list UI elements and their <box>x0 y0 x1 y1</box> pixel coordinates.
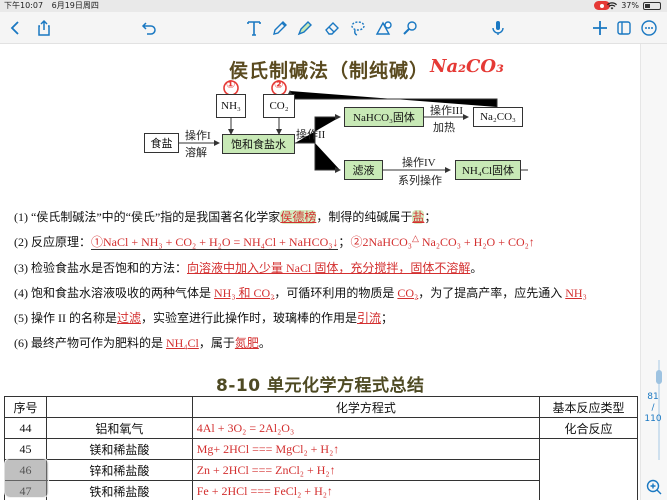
answer-1b: 盐 <box>412 210 425 224</box>
flow-op3: 操作III <box>430 105 463 117</box>
table-row: 45 镁和稀盐酸 Mg+ 2HCl === MgCl₂ + H₂↑ <box>4 438 638 500</box>
table-header-row: 序号 化学方程式 基本反应类型 <box>4 396 638 418</box>
flow-food-salt: 食盐 <box>144 133 179 153</box>
reaction-1: ①NaCl + NH₃ + CO₂ + H₂O = NH₄Cl + NaHCO₃… <box>91 235 339 250</box>
app-toolbar <box>0 12 667 44</box>
heat-symbol: △ <box>411 233 419 243</box>
scrollbar-thumb[interactable] <box>656 370 662 384</box>
table-row: 44 铝和氧气 4Al + 3O₂ = 2Al₂O₃ 化合反应 <box>4 417 638 439</box>
status-bar: 下午10:07 6月19日周四 37% <box>0 0 667 12</box>
flow-dissolve: 溶解 <box>185 147 207 159</box>
answer-5a: 过滤 <box>117 311 142 325</box>
microphone-icon[interactable] <box>486 16 510 40</box>
flow-op2: 操作II <box>296 129 326 141</box>
question-2: (2) 反应原理：①NaCl + NH₃ + CO₂ + H₂O = NH₄Cl… <box>14 233 535 250</box>
flow-filtrate: 滤液 <box>344 160 383 180</box>
share-icon[interactable] <box>32 16 56 40</box>
reaction-2b: Na₂CO₃ + H₂O + CO₂↑ <box>418 235 535 249</box>
flow-nh3: NH₃ <box>216 94 246 118</box>
flow-series: 系列操作 <box>398 175 442 187</box>
answer-5b: 引流 <box>357 311 382 325</box>
highlighter-icon[interactable] <box>293 16 317 40</box>
paint-icon[interactable] <box>398 16 422 40</box>
header-number: 序号 <box>4 396 47 418</box>
annotation-2: ② <box>274 78 284 91</box>
undo-icon[interactable] <box>137 16 161 40</box>
flow-heat: 加热 <box>433 122 455 134</box>
flow-op1: 操作I <box>185 130 211 142</box>
wifi-icon <box>607 2 618 10</box>
flow-saturated-brine: 饱和食盐水 <box>222 134 295 154</box>
floating-selection-box[interactable] <box>4 458 49 498</box>
text-tool-icon[interactable] <box>242 16 266 40</box>
zoom-icon[interactable] <box>645 478 663 496</box>
answer-4a: NH₃ 和 CO₂ <box>214 286 275 300</box>
question-6: (6) 最终产物可作为肥料的是 NH₄Cl，属于氮肥。 <box>14 336 271 350</box>
answer-6b: 氮肥 <box>234 336 259 350</box>
page-indicator: 81 / 110 <box>644 392 662 424</box>
document-page[interactable]: 侯氏制碱法（制纯碱） Na₂CO₃ ① ② 食盐 NH₃ CO₂ 饱和食盐水 N… <box>0 44 640 500</box>
section-title: 8-10 单元化学方程式总结 <box>216 376 425 396</box>
header-equation: 化学方程式 <box>191 396 541 418</box>
flow-co2: CO₂ <box>263 94 295 118</box>
answer-6a: NH₄Cl <box>166 336 199 350</box>
flow-nahco3: NaHCO₃固体 <box>344 107 424 127</box>
status-time: 下午10:07 <box>4 1 44 10</box>
lasso-icon[interactable] <box>346 16 370 40</box>
more-icon[interactable] <box>637 16 661 40</box>
flow-arrows <box>179 80 528 173</box>
question-4: (4) 饱和食盐水溶液吸收的两种气体是 NH₃ 和 CO₂，可循环利用的物质是 … <box>14 286 587 300</box>
header-reaction-type: 基本反应类型 <box>539 396 638 418</box>
answer-3: 向溶液中加入少量 NaCl 固体，充分搅拌，固体不溶解 <box>187 261 471 275</box>
flow-na2co3: Na₂CO₃ <box>473 107 523 127</box>
flow-op4: 操作IV <box>402 157 436 169</box>
battery-icon <box>643 2 661 10</box>
reaction-2a: ②2NaHCO₃ <box>350 235 412 249</box>
question-1: (1) “侯氏制碱法”中的“侯氏”指的是我国著名化学家侯德榜，制得的纯碱属于盐； <box>14 210 437 224</box>
equation-table: 序号 化学方程式 基本反应类型 44 铝和氧气 4Al + 3O₂ = 2Al₂… <box>4 396 638 500</box>
battery-percent: 37% <box>621 1 639 10</box>
page-view-icon[interactable] <box>612 16 636 40</box>
shapes-icon[interactable] <box>372 16 396 40</box>
status-date: 6月19日周四 <box>51 1 99 10</box>
answer-4c: NH₃ <box>565 286 587 300</box>
eraser-icon[interactable] <box>320 16 344 40</box>
back-chevron-icon[interactable] <box>4 16 28 40</box>
answer-1a: 侯德榜 <box>280 210 317 224</box>
question-3: (3) 检验食盐水是否饱和的方法：向溶液中加入少量 NaCl 固体，充分搅拌，固… <box>14 261 483 275</box>
pen-icon[interactable] <box>268 16 292 40</box>
add-icon[interactable] <box>588 16 612 40</box>
header-reactants <box>45 396 193 418</box>
question-5: (5) 操作 II 的名称是过滤，实验室进行此操作时，玻璃棒的作用是引流； <box>14 311 394 325</box>
page-scroll-sidebar <box>640 44 667 500</box>
annotation-1: ① <box>226 78 236 91</box>
flow-nh4cl: NH₄Cl固体 <box>455 160 521 180</box>
answer-4b: CO₂ <box>397 286 419 300</box>
